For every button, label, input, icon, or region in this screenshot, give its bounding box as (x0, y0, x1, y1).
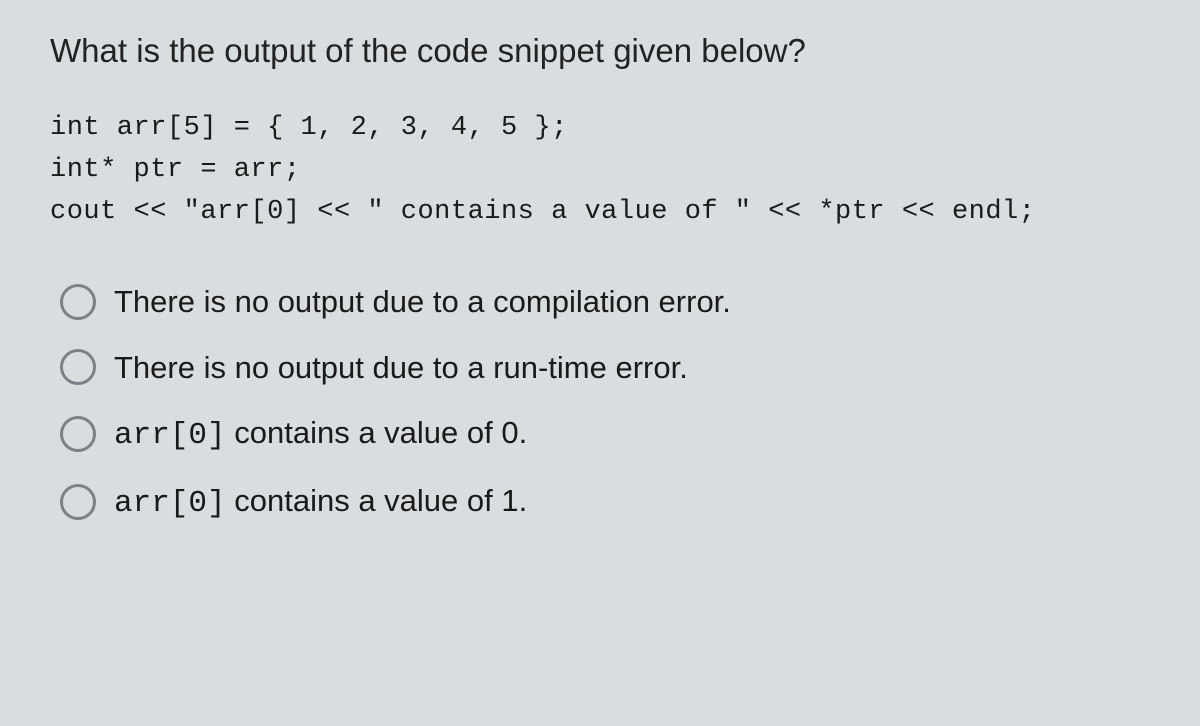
radio-icon[interactable] (60, 484, 96, 520)
radio-icon[interactable] (60, 349, 96, 385)
option-a-label: There is no output due to a compilation … (114, 283, 731, 320)
option-b-label: There is no output due to a run-time err… (114, 349, 688, 386)
option-c-label: arr[0] contains a value of 0. (114, 414, 527, 454)
code-line-3: cout << "arr[0] << " contains a value of… (50, 197, 1035, 227)
radio-icon[interactable] (60, 416, 96, 452)
answer-options: There is no output due to a compilation … (50, 283, 1150, 522)
option-d-text: contains a value of 1. (226, 483, 528, 518)
option-b[interactable]: There is no output due to a run-time err… (60, 349, 1150, 386)
option-c-text: contains a value of 0. (226, 415, 528, 450)
option-d-code: arr[0] (114, 486, 226, 521)
question-prompt: What is the output of the code snippet g… (50, 30, 1150, 73)
code-line-1: int arr[5] = { 1, 2, 3, 4, 5 }; (50, 113, 568, 143)
code-snippet: int arr[5] = { 1, 2, 3, 4, 5 }; int* ptr… (50, 108, 1150, 234)
option-c[interactable]: arr[0] contains a value of 0. (60, 414, 1150, 454)
code-line-2: int* ptr = arr; (50, 155, 301, 185)
option-d-label: arr[0] contains a value of 1. (114, 482, 527, 522)
option-a[interactable]: There is no output due to a compilation … (60, 283, 1150, 320)
radio-icon[interactable] (60, 284, 96, 320)
option-c-code: arr[0] (114, 418, 226, 453)
option-d[interactable]: arr[0] contains a value of 1. (60, 482, 1150, 522)
